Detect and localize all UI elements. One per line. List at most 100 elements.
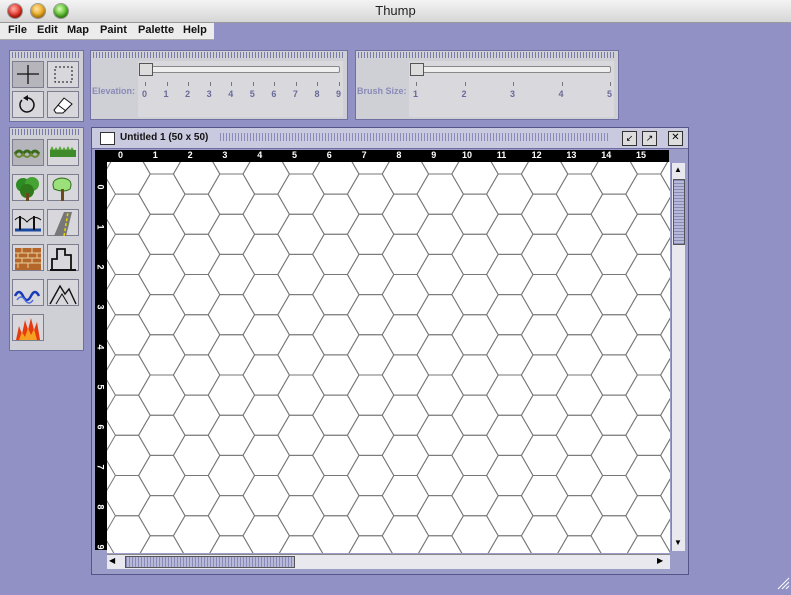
- hex-cell[interactable]: [660, 162, 670, 194]
- hex-cell[interactable]: [207, 334, 256, 376]
- marquee-select-icon[interactable]: [47, 61, 79, 88]
- hex-cell[interactable]: [451, 233, 499, 275]
- hex-cell[interactable]: [381, 233, 430, 275]
- hex-cell[interactable]: [451, 394, 499, 436]
- bridge-icon[interactable]: [12, 209, 44, 236]
- hex-cell[interactable]: [208, 162, 254, 175]
- hex-cell[interactable]: [625, 454, 670, 497]
- hex-cell[interactable]: [520, 193, 569, 235]
- minimize-icon[interactable]: ↙: [622, 131, 637, 146]
- hex-cell[interactable]: [312, 394, 360, 436]
- menu-file[interactable]: File: [8, 24, 27, 36]
- hex-cell[interactable]: [381, 354, 430, 396]
- hex-cell[interactable]: [660, 395, 670, 435]
- hex-cell[interactable]: [451, 354, 499, 396]
- hex-cell[interactable]: [625, 213, 670, 255]
- hex-cell[interactable]: [138, 213, 186, 255]
- hex-cell[interactable]: [590, 233, 638, 275]
- crosshair-tool-icon[interactable]: [12, 61, 44, 88]
- hex-cell[interactable]: [451, 274, 499, 316]
- hex-cell[interactable]: [555, 374, 604, 416]
- hex-cell[interactable]: [451, 475, 499, 517]
- hex-cell[interactable]: [486, 374, 534, 416]
- grass-icon[interactable]: [47, 139, 79, 166]
- hex-cell[interactable]: [277, 294, 325, 336]
- hex-cell[interactable]: [277, 495, 325, 537]
- hex-cell[interactable]: [520, 314, 569, 356]
- hex-cell[interactable]: [346, 414, 395, 456]
- maximize-icon[interactable]: ↗: [642, 131, 657, 146]
- hex-cell[interactable]: [451, 314, 499, 356]
- hex-cell[interactable]: [242, 434, 290, 476]
- hex-cell[interactable]: [172, 274, 221, 316]
- hex-cell[interactable]: [277, 213, 325, 255]
- scroll-right-arrow-icon[interactable]: ▶: [657, 556, 663, 565]
- eraser-icon[interactable]: [47, 91, 79, 118]
- hex-cell[interactable]: [312, 434, 360, 476]
- hex-cell[interactable]: [207, 414, 256, 456]
- hex-cell[interactable]: [277, 334, 325, 376]
- hex-cell[interactable]: [207, 495, 256, 537]
- panel-grip[interactable]: [12, 52, 81, 58]
- hex-cell[interactable]: [486, 454, 534, 497]
- brick-wall-icon[interactable]: [12, 244, 44, 271]
- hex-cell[interactable]: [381, 274, 430, 316]
- hex-cell[interactable]: [520, 394, 569, 436]
- hex-cell[interactable]: [555, 454, 604, 497]
- hex-cell[interactable]: [626, 535, 670, 553]
- hex-cell[interactable]: [486, 173, 534, 215]
- hex-cell[interactable]: [555, 334, 604, 376]
- hex-cell[interactable]: [590, 434, 638, 476]
- hex-cell[interactable]: [207, 173, 256, 215]
- hex-cell[interactable]: [451, 434, 499, 476]
- hex-cell[interactable]: [242, 314, 290, 356]
- hex-cell[interactable]: [625, 294, 670, 336]
- elevation-slider-thumb[interactable]: [139, 63, 153, 76]
- hex-cell[interactable]: [486, 213, 534, 255]
- hex-cell[interactable]: [520, 434, 569, 476]
- hex-cell[interactable]: [417, 162, 463, 175]
- hex-cell[interactable]: [172, 434, 221, 476]
- hex-cell[interactable]: [381, 434, 430, 476]
- hex-cell[interactable]: [346, 334, 395, 376]
- hex-cell[interactable]: [207, 294, 256, 336]
- hex-cell[interactable]: [107, 162, 151, 195]
- hex-cell[interactable]: [138, 414, 186, 456]
- hex-cell[interactable]: [346, 294, 395, 336]
- hex-cell[interactable]: [381, 193, 430, 235]
- hex-cell[interactable]: [590, 394, 638, 436]
- hex-cell[interactable]: [138, 173, 186, 215]
- hex-cell[interactable]: [660, 355, 670, 395]
- scroll-left-arrow-icon[interactable]: ◀: [109, 556, 115, 565]
- hex-cell[interactable]: [626, 162, 670, 175]
- panel-grip[interactable]: [93, 52, 345, 58]
- hex-cell[interactable]: [312, 314, 360, 356]
- hex-cell[interactable]: [139, 162, 185, 175]
- hex-cell[interactable]: [625, 414, 670, 456]
- hex-cell[interactable]: [555, 173, 604, 215]
- menu-help[interactable]: Help: [183, 24, 207, 36]
- hex-cell[interactable]: [416, 294, 464, 336]
- hex-cell[interactable]: [138, 253, 186, 296]
- hex-cell[interactable]: [107, 314, 151, 356]
- hex-cell[interactable]: [172, 475, 221, 517]
- hex-cell[interactable]: [555, 414, 604, 456]
- hex-cell[interactable]: [660, 234, 670, 274]
- hex-cell[interactable]: [381, 394, 430, 436]
- hex-cell[interactable]: [242, 193, 290, 235]
- hex-cell[interactable]: [451, 162, 499, 195]
- hex-cell[interactable]: [346, 374, 395, 416]
- hedge-icon[interactable]: [12, 139, 44, 166]
- hex-cell[interactable]: [172, 162, 221, 195]
- trees-icon[interactable]: [47, 174, 79, 201]
- menu-map[interactable]: Map: [67, 24, 89, 36]
- panel-grip[interactable]: [358, 52, 616, 58]
- vertical-scrollbar[interactable]: ▲ ▼: [671, 163, 685, 551]
- menu-paint[interactable]: Paint: [100, 24, 127, 36]
- hex-cell[interactable]: [486, 294, 534, 336]
- hex-cell[interactable]: [381, 475, 430, 517]
- brush-slider-track[interactable]: [413, 66, 611, 73]
- vertical-scroll-thumb[interactable]: [673, 179, 685, 245]
- building-icon[interactable]: [47, 244, 79, 271]
- hex-cell[interactable]: [312, 354, 360, 396]
